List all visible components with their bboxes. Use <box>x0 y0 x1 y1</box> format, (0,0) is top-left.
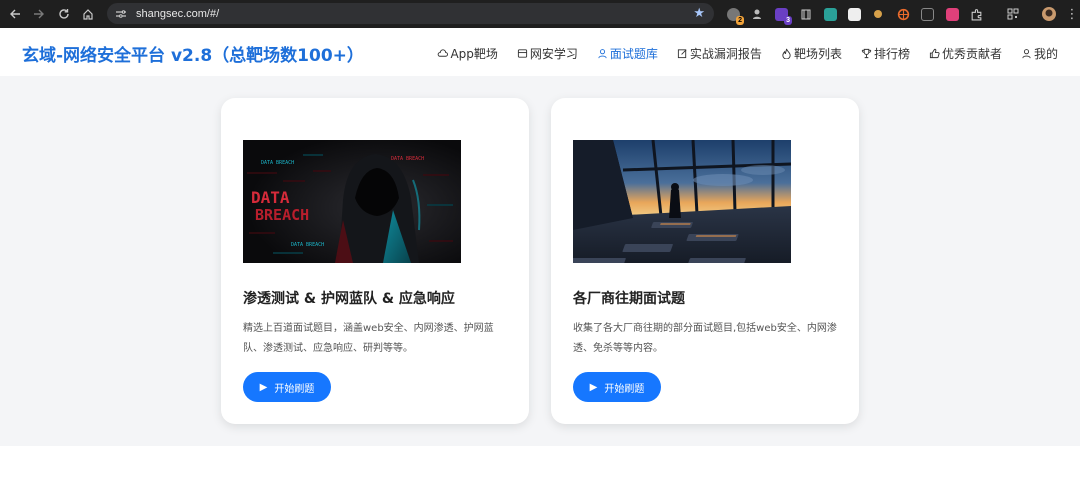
start-quiz-button[interactable]: ▶ 开始刷题 <box>243 372 331 402</box>
nav-item-leaderboard[interactable]: 排行榜 <box>861 45 910 62</box>
address-bar[interactable]: shangsec.com/#/ ★ <box>107 3 714 24</box>
nav-label: 实战漏洞报告 <box>689 47 762 61</box>
nav-label: 网安学习 <box>529 47 578 61</box>
url-text: shangsec.com/#/ <box>136 7 220 20</box>
start-button-label: 开始刷题 <box>604 383 645 395</box>
home-icon <box>83 9 93 20</box>
play-icon: ▶ <box>259 381 268 393</box>
site-title[interactable]: 玄域-网络安全平台 v2.8（总靶场数100+） <box>22 41 364 66</box>
image-text: BREACH <box>255 206 309 224</box>
quiz-card-pentest: DATA BREACH DATA BREACH DATA BREACH DATA… <box>221 98 529 424</box>
person-icon <box>1022 49 1031 59</box>
start-button-label: 开始刷题 <box>274 383 315 395</box>
extension-9-icon[interactable] <box>918 5 936 23</box>
profile-avatar-icon[interactable] <box>1040 5 1058 23</box>
extension-8-icon[interactable] <box>894 5 912 23</box>
main-nav: App靶场 网安学习 面试题库 实战漏洞报告 靶场列表 排行榜 优秀贡献者 我的 <box>418 45 1058 62</box>
nav-item-mine[interactable]: 我的 <box>1021 45 1058 62</box>
nav-item-vuln-report[interactable]: 实战漏洞报告 <box>677 45 762 62</box>
card-title: 各厂商往期面试题 <box>573 291 685 307</box>
flame-icon <box>782 48 791 59</box>
reload-icon <box>59 9 69 19</box>
main-content: DATA BREACH DATA BREACH DATA BREACH DATA… <box>0 76 1080 446</box>
nav-item-app-range[interactable]: App靶场 <box>437 45 498 62</box>
qr-code-icon[interactable] <box>1004 5 1022 23</box>
extension-6-icon[interactable] <box>845 5 863 23</box>
nav-label: 优秀贡献者 <box>941 47 1002 61</box>
extensions-puzzle-icon[interactable] <box>967 5 985 23</box>
book-icon <box>517 49 527 58</box>
data-breach-image: DATA BREACH DATA BREACH DATA BREACH DATA… <box>243 140 461 263</box>
page-bottom <box>0 446 1080 493</box>
image-text: DATA BREACH <box>261 160 294 166</box>
site-header: 玄域-网络安全平台 v2.8（总靶场数100+） App靶场 网安学习 面试题库… <box>0 28 1080 76</box>
reload-button[interactable] <box>52 2 76 26</box>
extension-badge: 3 <box>784 16 792 25</box>
trophy-icon <box>861 48 872 59</box>
site-info-icon[interactable] <box>115 9 129 19</box>
extension-1-icon[interactable]: 2 <box>724 5 744 25</box>
nav-item-range-list[interactable]: 靶场列表 <box>781 45 842 62</box>
play-icon: ▶ <box>589 381 598 393</box>
nav-item-contributors[interactable]: 优秀贡献者 <box>929 45 1002 62</box>
cloud-icon <box>438 49 449 57</box>
extension-badge: 2 <box>736 16 744 25</box>
card-description: 精选上百道面试题目，涵盖web安全、内网渗透、护网蓝队、渗透测试、应急响应、研判… <box>243 323 494 354</box>
thumbs-up-icon <box>929 48 940 59</box>
browser-menu-icon[interactable]: ⋮ <box>1063 5 1080 23</box>
forward-arrow-icon <box>34 9 44 19</box>
back-button[interactable] <box>3 2 27 26</box>
quiz-card-vendor: 各厂商往期面试题 收集了各大厂商往期的部分面试题目,包括web安全、内网渗透、免… <box>551 98 859 424</box>
extension-4-icon[interactable] <box>797 5 815 23</box>
extension-5-icon[interactable] <box>821 5 839 23</box>
image-text: DATA BREACH <box>291 242 324 248</box>
nav-label: 面试题库 <box>609 47 658 61</box>
user-icon <box>598 49 607 59</box>
start-quiz-button[interactable]: ▶ 开始刷题 <box>573 372 661 402</box>
forward-button[interactable] <box>27 2 51 26</box>
card-description: 收集了各大厂商往期的部分面试题目,包括web安全、内网渗透、免杀等等内容。 <box>573 323 837 354</box>
extension-2-icon[interactable] <box>748 5 766 23</box>
image-text: DATA <box>251 188 290 207</box>
extension-10-icon[interactable] <box>943 5 961 23</box>
nav-label: 靶场列表 <box>793 47 842 61</box>
edit-icon <box>677 49 687 59</box>
image-text: DATA BREACH <box>391 156 424 162</box>
nav-label: 我的 <box>1033 47 1058 61</box>
back-arrow-icon <box>10 9 20 19</box>
nav-item-interview[interactable]: 面试题库 <box>597 45 658 62</box>
extension-7-icon[interactable] <box>869 5 887 23</box>
bookmark-star-icon[interactable]: ★ <box>693 5 705 21</box>
home-button[interactable] <box>76 2 100 26</box>
browser-toolbar: shangsec.com/#/ ★ 2 3 ⋮ <box>0 0 1080 28</box>
classroom-sunset-image <box>573 140 791 263</box>
nav-label: App靶场 <box>450 47 498 61</box>
extension-3-icon[interactable]: 3 <box>772 5 792 25</box>
card-title: 渗透测试 & 护网蓝队 & 应急响应 <box>243 291 455 307</box>
nav-item-learning[interactable]: 网安学习 <box>517 45 578 62</box>
nav-label: 排行榜 <box>873 47 910 61</box>
